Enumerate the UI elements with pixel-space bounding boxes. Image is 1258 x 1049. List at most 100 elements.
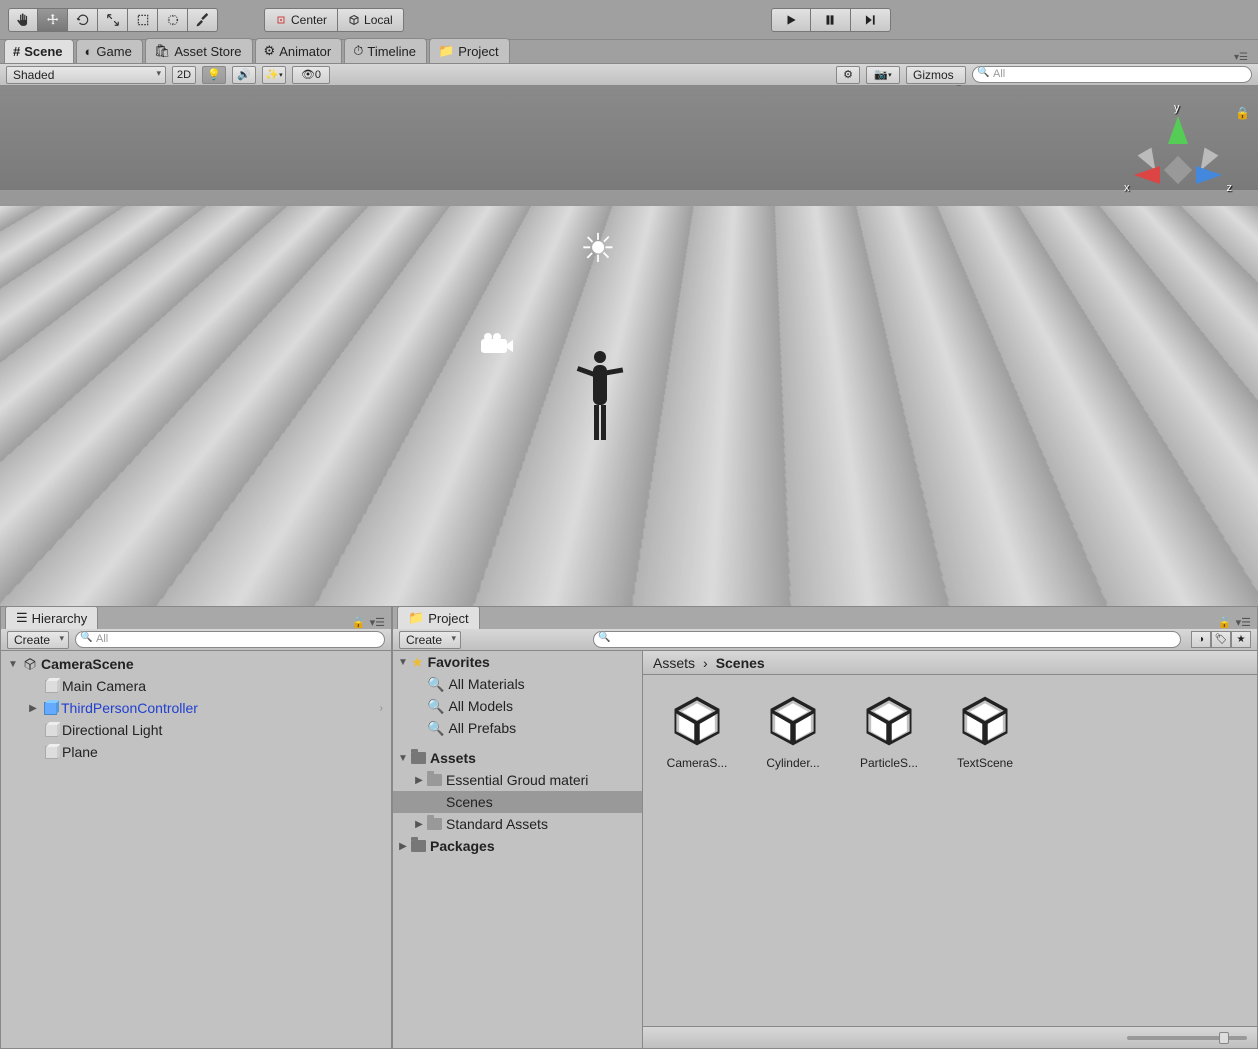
fold-icon[interactable]: ▶ <box>413 819 425 830</box>
filter-by-type[interactable]: ◑ <box>1191 631 1211 648</box>
hidden-objects[interactable]: 👁0 <box>292 66 330 84</box>
character-visual[interactable] <box>585 351 615 441</box>
chevron-right-icon[interactable]: › <box>380 703 383 714</box>
fold-icon[interactable]: ▶ <box>27 703 39 714</box>
folder-icon <box>427 818 442 830</box>
shading-mode-dropdown[interactable]: Shaded <box>6 66 166 84</box>
move-tool[interactable] <box>38 8 68 32</box>
favorites-root[interactable]: ▼ ★ Favorites <box>393 651 642 673</box>
tab-animator[interactable]: ⚙Animator <box>255 38 343 63</box>
thumbnail-size-slider[interactable] <box>1127 1036 1247 1040</box>
transform-tool[interactable] <box>158 8 188 32</box>
fold-icon[interactable]: ▼ <box>397 753 409 764</box>
asset-item[interactable]: ParticleS... <box>851 691 927 770</box>
hierarchy-item[interactable]: ▶ ThirdPersonController › <box>1 697 391 719</box>
asset-label: ParticleS... <box>851 756 927 770</box>
item-label: Plane <box>62 744 98 760</box>
directional-light-gizmo[interactable]: ☀ <box>580 226 616 272</box>
tab-context-menu[interactable]: ▾☰ <box>1234 52 1254 63</box>
gizmo-lock-icon[interactable]: 🔒 <box>1235 106 1250 120</box>
pivot-label: Center <box>291 13 327 27</box>
asset-item[interactable]: CameraS... <box>659 691 735 770</box>
hierarchy-search[interactable]: All <box>75 631 385 648</box>
save-search[interactable]: ★ <box>1231 631 1251 648</box>
favorite-item[interactable]: 🔍All Models <box>393 695 642 717</box>
favorite-item[interactable]: 🔍All Materials <box>393 673 642 695</box>
orientation-gizmo[interactable]: y x z <box>1128 106 1228 216</box>
scene-root[interactable]: ▼ CameraScene <box>1 653 391 675</box>
hand-tool[interactable] <box>8 8 38 32</box>
filter-by-label[interactable]: 🏷 <box>1211 631 1231 648</box>
tab-asset-store[interactable]: 🛍Asset Store <box>145 38 253 63</box>
item-label: Standard Assets <box>446 816 548 832</box>
item-label: Main Camera <box>62 678 146 694</box>
scene-settings[interactable]: ⚙ <box>836 66 860 84</box>
hierarchy-title: Hierarchy <box>32 611 88 626</box>
asset-folder[interactable]: Scenes <box>393 791 642 813</box>
fold-icon[interactable]: ▶ <box>413 775 425 786</box>
asset-label: TextScene <box>947 756 1023 770</box>
item-label: Directional Light <box>62 722 162 738</box>
hierarchy-item[interactable]: Main Camera <box>1 675 391 697</box>
toggle-lighting[interactable]: 💡 <box>202 66 226 84</box>
camera-gizmo[interactable] <box>480 331 516 359</box>
panel-context-icon[interactable]: ▾☰ <box>370 616 385 629</box>
panel-lock-icon[interactable]: 🔒 <box>1218 616 1232 629</box>
project-panel: 📁Project 🔒▾☰ Create ◑ 🏷 ★ ▼ ★ Favorites … <box>392 606 1258 1049</box>
tab-project[interactable]: 📁Project <box>429 38 510 63</box>
fold-icon[interactable]: ▼ <box>7 659 19 670</box>
toggle-2d[interactable]: 2D <box>172 66 196 84</box>
asset-grid: CameraS... Cylinder... ParticleS... Text… <box>643 675 1257 1026</box>
rotate-tool[interactable] <box>68 8 98 32</box>
scale-tool[interactable] <box>98 8 128 32</box>
panel-context-icon[interactable]: ▾☰ <box>1236 616 1251 629</box>
custom-tool[interactable] <box>188 8 218 32</box>
breadcrumb-current[interactable]: Scenes <box>716 655 765 671</box>
fold-icon[interactable]: ▼ <box>397 657 409 668</box>
panel-lock-icon[interactable]: 🔒 <box>352 616 366 629</box>
asset-item[interactable]: TextScene <box>947 691 1023 770</box>
project-create-dropdown[interactable]: Create <box>399 631 461 649</box>
asset-item[interactable]: Cylinder... <box>755 691 831 770</box>
fold-icon[interactable]: ▶ <box>397 841 409 852</box>
project-footer <box>643 1026 1257 1048</box>
project-toolbar: Create ◑ 🏷 ★ <box>393 629 1257 651</box>
favorite-item[interactable]: 🔍All Prefabs <box>393 717 642 739</box>
hierarchy-tab[interactable]: ☰Hierarchy <box>5 606 98 629</box>
scene-search[interactable]: All <box>972 66 1252 83</box>
space-toggle[interactable]: Local <box>338 8 404 32</box>
pivot-toggle[interactable]: Center <box>264 8 338 32</box>
hierarchy-create-dropdown[interactable]: Create <box>7 631 69 649</box>
assets-root[interactable]: ▼ Assets <box>393 747 642 769</box>
scene-viewport[interactable]: ☀ 🔒 y x z <box>0 86 1258 606</box>
asset-folder[interactable]: ▶ Standard Assets <box>393 813 642 835</box>
project-tab[interactable]: 📁Project <box>397 606 480 629</box>
hierarchy-item[interactable]: Plane <box>1 741 391 763</box>
tab-scene[interactable]: #Scene <box>4 39 74 63</box>
toggle-audio[interactable]: 🔊 <box>232 66 256 84</box>
chevron-right-icon: › <box>703 655 708 671</box>
tab-game[interactable]: ◐Game <box>76 39 143 63</box>
toggle-fx[interactable]: ✨▾ <box>262 66 286 84</box>
scene-toolbar: Shaded 2D 💡 🔊 ✨▾ 👁0 ⚙ 📷▾ Gizmos All <box>0 64 1258 86</box>
play-controls <box>771 8 891 32</box>
play-button[interactable] <box>771 8 811 32</box>
project-title: Project <box>428 611 468 626</box>
step-button[interactable] <box>851 8 891 32</box>
tab-timeline[interactable]: ⏱Timeline <box>344 38 427 63</box>
item-label: All Materials <box>448 676 524 692</box>
hierarchy-panel: ☰Hierarchy 🔒▾☰ Create All ▼ CameraScene … <box>0 606 392 1049</box>
project-search[interactable] <box>593 631 1181 648</box>
rect-tool[interactable] <box>128 8 158 32</box>
packages-root[interactable]: ▶ Packages <box>393 835 642 857</box>
pause-button[interactable] <box>811 8 851 32</box>
scene-camera[interactable]: 📷▾ <box>866 66 900 84</box>
project-tabrow: 📁Project 🔒 ▾☰ <box>393 607 1257 629</box>
editor-tabs: #Scene ◐Game 🛍Asset Store ⚙Animator ⏱Tim… <box>0 40 1258 64</box>
asset-folder[interactable]: ▶Essential Groud materi <box>393 769 642 791</box>
search-icon: 🔍 <box>427 698 444 715</box>
gizmos-dropdown[interactable]: Gizmos <box>906 66 966 84</box>
unity-scene-icon <box>763 691 823 751</box>
breadcrumb-root[interactable]: Assets <box>653 655 695 671</box>
hierarchy-item[interactable]: Directional Light <box>1 719 391 741</box>
